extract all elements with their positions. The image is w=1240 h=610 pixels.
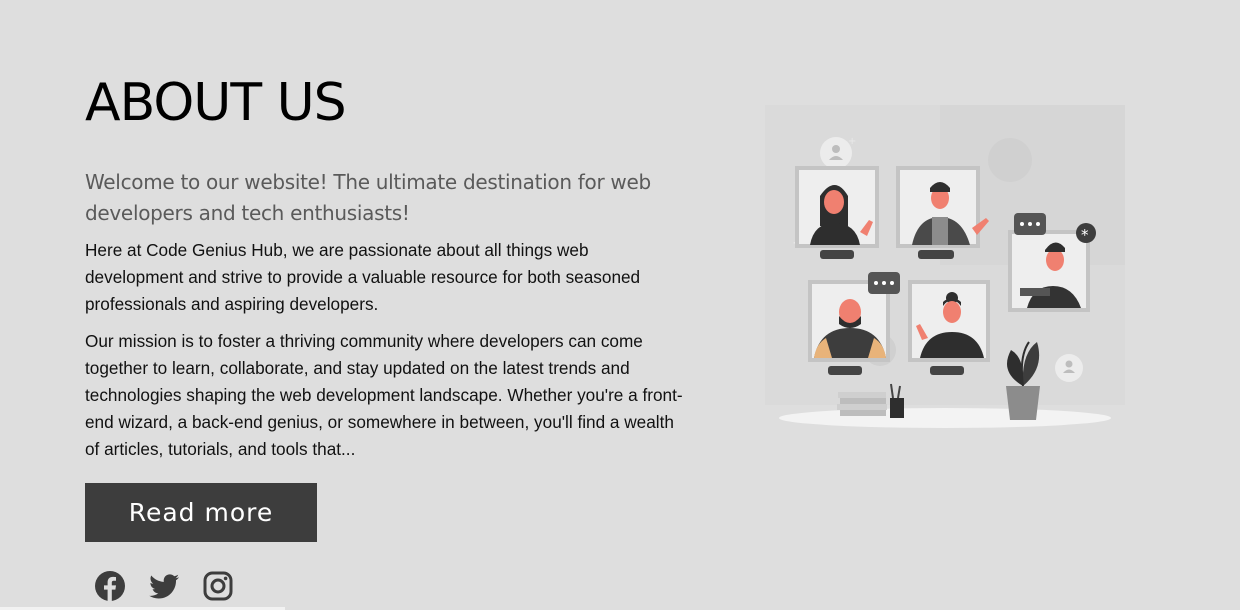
twitter-link[interactable] — [148, 570, 180, 602]
page-title: ABOUT US — [85, 73, 347, 133]
intro-paragraph: Here at Code Genius Hub, we are passiona… — [85, 240, 641, 314]
mission-paragraph: Our mission is to foster a thriving comm… — [85, 331, 683, 459]
instagram-icon — [203, 571, 233, 601]
video-frame-woman — [795, 166, 879, 259]
video-frame-man — [896, 166, 989, 259]
welcome-subtitle: Welcome to our website! The ultimate des… — [85, 170, 651, 225]
team-video-call-illustration: + + * — [765, 105, 1125, 428]
svg-text:*: * — [1081, 226, 1089, 244]
books-stack — [837, 392, 887, 416]
read-more-button[interactable]: Read more — [85, 483, 317, 542]
facebook-icon — [95, 571, 125, 601]
facebook-link[interactable] — [94, 570, 126, 602]
instagram-link[interactable] — [202, 570, 234, 602]
svg-text:+: + — [848, 136, 856, 147]
video-frame-woman-2 — [908, 280, 990, 375]
social-links — [94, 570, 234, 602]
user-badge-icon — [1055, 354, 1083, 382]
video-frame-bearded — [808, 272, 900, 375]
twitter-icon — [149, 574, 179, 599]
